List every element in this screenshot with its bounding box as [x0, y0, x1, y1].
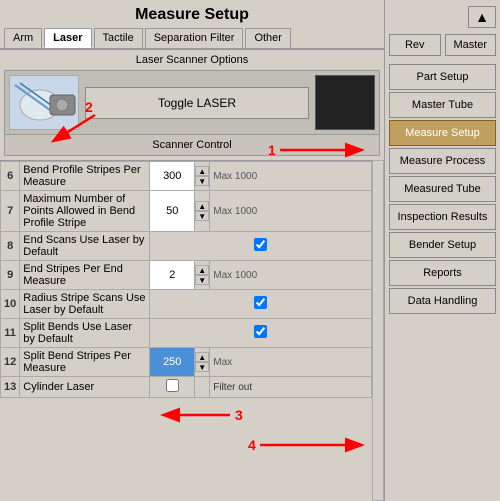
spinner-down-btn[interactable]: ▼ — [195, 211, 209, 221]
table-row: 10 Radius Stripe Scans Use Laser by Defa… — [1, 290, 372, 319]
table-row: 12 Split Bend Stripes Per Measure 250 ▲ … — [1, 348, 372, 377]
row-label: End Stripes Per End Measure — [20, 261, 150, 290]
scanner-section: Laser Scanner Options — [0, 50, 384, 160]
row-number: 6 — [1, 162, 20, 191]
table-row: 9 End Stripes Per End Measure 2 ▲ ▼ Max … — [1, 261, 372, 290]
nav-reports[interactable]: Reports — [389, 260, 496, 286]
nav-bender-setup[interactable]: Bender Setup — [389, 232, 496, 258]
spinner[interactable]: ▲ ▼ — [195, 191, 210, 232]
row-value[interactable]: 300 — [150, 162, 195, 191]
tab-laser[interactable]: Laser — [44, 28, 91, 48]
right-top-buttons: Rev Master — [385, 28, 500, 60]
max-label: Max 1000 — [210, 191, 372, 232]
table-row: 8 End Scans Use Laser by Default — [1, 232, 372, 261]
row-number: 7 — [1, 191, 20, 232]
row-label: Radius Stripe Scans Use Laser by Default — [20, 290, 150, 319]
row-number: 12 — [1, 348, 20, 377]
tab-arm[interactable]: Arm — [4, 28, 42, 48]
table-row: 7 Maximum Number of Points Allowed in Be… — [1, 191, 372, 232]
row-number: 10 — [1, 290, 20, 319]
scrollbar[interactable] — [372, 160, 384, 501]
table-row: 6 Bend Profile Stripes Per Measure 300 ▲… — [1, 162, 372, 191]
row-number: 8 — [1, 232, 20, 261]
spinner[interactable]: ▲ ▼ — [195, 348, 210, 377]
tab-other[interactable]: Other — [245, 28, 291, 48]
scanner-control-label: Scanner Control — [4, 135, 380, 156]
spinner-down-btn[interactable]: ▼ — [195, 362, 209, 372]
settings-table-area: 6 Bend Profile Stripes Per Measure 300 ▲… — [0, 160, 372, 501]
checkbox-input[interactable] — [166, 379, 179, 392]
checkbox-cell — [150, 319, 372, 348]
spinner-up-btn[interactable]: ▲ — [195, 265, 209, 275]
checkbox-input[interactable] — [254, 238, 267, 251]
right-nav: Part Setup Master Tube Measure Setup Mea… — [385, 60, 500, 318]
master-button[interactable]: Master — [445, 34, 497, 56]
settings-table-container: 6 Bend Profile Stripes Per Measure 300 ▲… — [0, 160, 384, 501]
checkbox-cell — [150, 290, 372, 319]
nav-measure-setup[interactable]: Measure Setup — [389, 120, 496, 146]
laser-image — [9, 75, 79, 130]
row-number: 13 — [1, 377, 20, 398]
laser-image-inner — [10, 76, 78, 129]
spinner-up-btn[interactable]: ▲ — [195, 201, 209, 211]
spinner-down-btn[interactable]: ▼ — [195, 176, 209, 186]
nav-inspection-results[interactable]: Inspection Results — [389, 204, 496, 230]
max-label: Max — [210, 348, 372, 377]
row-label: Maximum Number of Points Allowed in Bend… — [20, 191, 150, 232]
tabs-row: Arm Laser Tactile Separation Filter Othe… — [0, 28, 384, 50]
settings-table: 6 Bend Profile Stripes Per Measure 300 ▲… — [0, 161, 372, 398]
row-value-blue[interactable]: 250 — [150, 348, 195, 377]
laser-display — [315, 75, 375, 130]
checkbox-input[interactable] — [254, 296, 267, 309]
spinner — [195, 377, 210, 398]
table-row: 11 Split Bends Use Laser by Default — [1, 319, 372, 348]
max-label: Max 1000 — [210, 162, 372, 191]
page-title: Measure Setup — [0, 0, 384, 28]
table-row: 13 Cylinder Laser Filter out — [1, 377, 372, 398]
checkbox-cell — [150, 377, 195, 398]
spinner[interactable]: ▲ ▼ — [195, 261, 210, 290]
nav-master-tube[interactable]: Master Tube — [389, 92, 496, 118]
checkbox-input[interactable] — [254, 325, 267, 338]
row-label: Split Bends Use Laser by Default — [20, 319, 150, 348]
rev-button[interactable]: Rev — [389, 34, 441, 56]
nav-measured-tube[interactable]: Measured Tube — [389, 176, 496, 202]
spinner-up-btn[interactable]: ▲ — [195, 352, 209, 362]
spinner-up-btn[interactable]: ▲ — [195, 166, 209, 176]
nav-measure-process[interactable]: Measure Process — [389, 148, 496, 174]
checkbox-cell — [150, 232, 372, 261]
row-label: Bend Profile Stripes Per Measure — [20, 162, 150, 191]
spinner-up[interactable]: ▲ ▼ — [195, 162, 210, 191]
nav-up-arrow[interactable]: ▲ — [468, 6, 496, 28]
row-number: 11 — [1, 319, 20, 348]
row-value[interactable]: 50 — [150, 191, 195, 232]
scanner-inner: Toggle LASER — [4, 70, 380, 135]
filter-out-label: Filter out — [210, 377, 372, 398]
row-label: Split Bend Stripes Per Measure — [20, 348, 150, 377]
toggle-laser-button[interactable]: Toggle LASER — [85, 87, 309, 119]
spinner-down-btn[interactable]: ▼ — [195, 275, 209, 285]
scanner-section-label: Laser Scanner Options — [4, 54, 380, 66]
tab-separation-filter[interactable]: Separation Filter — [145, 28, 244, 48]
row-label: Cylinder Laser — [20, 377, 150, 398]
right-panel: ▲ Rev Master Part Setup Master Tube Meas… — [385, 0, 500, 501]
row-value[interactable]: 2 — [150, 261, 195, 290]
row-label: End Scans Use Laser by Default — [20, 232, 150, 261]
nav-data-handling[interactable]: Data Handling — [389, 288, 496, 314]
tab-tactile[interactable]: Tactile — [94, 28, 143, 48]
nav-part-setup[interactable]: Part Setup — [389, 64, 496, 90]
row-number: 9 — [1, 261, 20, 290]
max-label: Max 1000 — [210, 261, 372, 290]
